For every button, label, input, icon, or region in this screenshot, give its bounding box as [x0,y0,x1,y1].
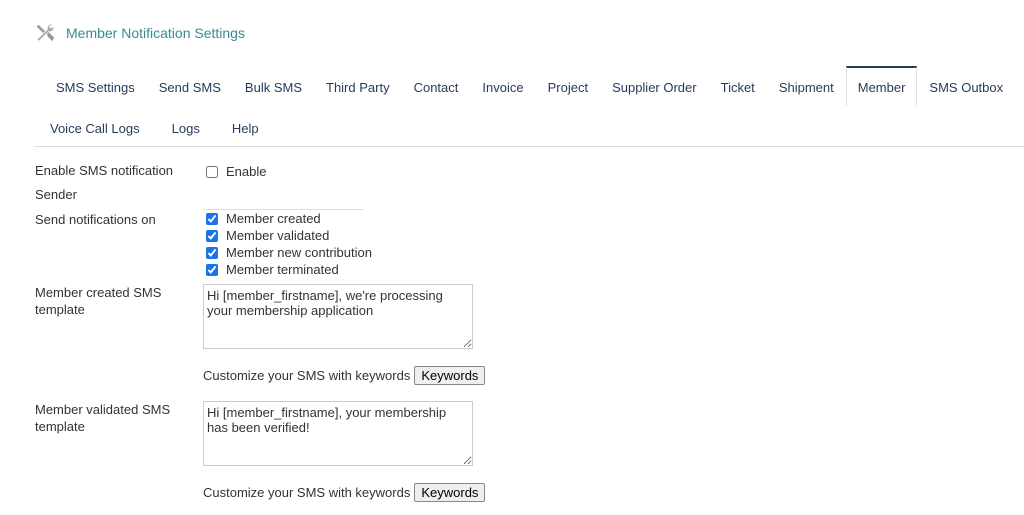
tab-bar: SMS Settings Send SMS Bulk SMS Third Par… [44,66,1020,106]
tab-bulk-sms[interactable]: Bulk SMS [233,66,314,106]
customize-text: Customize your SMS with keywords [203,368,411,383]
tab-project[interactable]: Project [536,66,600,106]
tab-logs[interactable]: Logs [156,107,216,147]
notify-member-created[interactable]: Member created [203,211,321,226]
validated-template-textarea[interactable]: Hi [member_firstname], your membership h… [203,401,473,466]
option-label: Member created [226,211,321,226]
enable-checkbox-row[interactable]: Enable [203,164,266,179]
sender-label: Sender [35,187,77,202]
notify-label: Send notifications on [35,212,156,227]
option-label: Member new contribution [226,245,372,260]
tab-sms-outbox[interactable]: SMS Outbox [917,66,1015,106]
created-template-textarea[interactable]: Hi [member_firstname], we're processing … [203,284,473,349]
created-template-label: Member created SMS template [35,285,162,317]
tab-third-party[interactable]: Third Party [314,66,402,106]
notify-member-terminated[interactable]: Member terminated [203,262,339,277]
tab-ticket[interactable]: Ticket [709,66,767,106]
enable-label: Enable SMS notification [35,163,174,178]
page-title: Member Notification Settings [66,25,245,41]
customize-text: Customize your SMS with keywords [203,485,411,500]
tab-help[interactable]: Help [216,107,275,147]
enable-checkbox[interactable] [206,165,218,178]
notify-member-validated[interactable]: Member validated [203,228,329,243]
created-customize-row: Customize your SMS with keywords Keyword… [203,366,486,385]
page-header: Member Notification Settings [34,22,245,44]
divider [34,146,1024,147]
tab-voice-call-logs[interactable]: Voice Call Logs [34,107,156,147]
tab-send-sms[interactable]: Send SMS [147,66,233,106]
checkbox-member-terminated[interactable] [206,263,218,276]
tab-contact[interactable]: Contact [402,66,471,106]
checkbox-member-created[interactable] [206,212,218,225]
keywords-button[interactable]: Keywords [414,366,486,385]
tab-shipment[interactable]: Shipment [767,66,846,106]
enable-option-label: Enable [226,164,267,179]
validated-customize-row: Customize your SMS with keywords Keyword… [203,483,486,502]
checkbox-member-new-contribution[interactable] [206,246,218,259]
tab-sms-settings[interactable]: SMS Settings [44,66,147,106]
tab-invoice[interactable]: Invoice [470,66,535,106]
tab-member[interactable]: Member [845,66,918,106]
tab-bar-row2: Voice Call Logs Logs Help [34,107,275,147]
checkbox-member-validated[interactable] [206,229,218,242]
sender-input[interactable] [203,194,364,210]
notify-member-new-contribution[interactable]: Member new contribution [203,245,372,260]
validated-template-label: Member validated SMS template [35,402,171,434]
tools-icon [36,24,55,42]
tab-supplier-order[interactable]: Supplier Order [600,66,709,106]
keywords-button[interactable]: Keywords [414,483,486,502]
option-label: Member validated [226,228,330,243]
option-label: Member terminated [226,262,339,277]
